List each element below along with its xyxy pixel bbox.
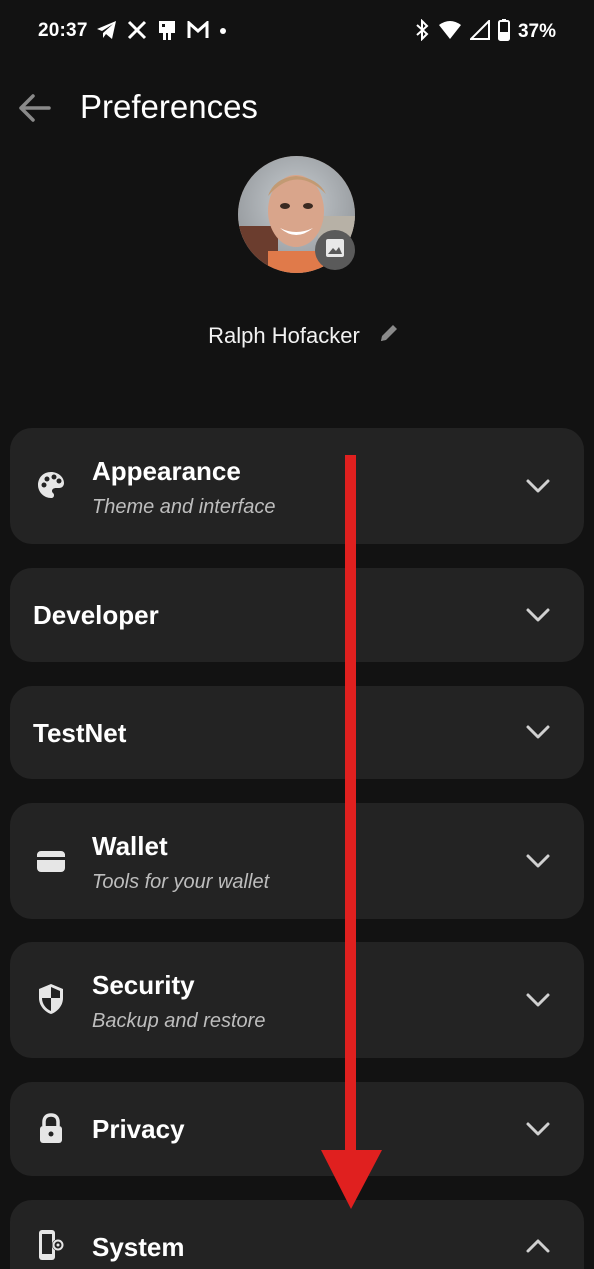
phone-settings-icon (36, 1230, 66, 1260)
chevron-down-icon (524, 986, 552, 1014)
page-title: Preferences (80, 88, 258, 125)
gmail-icon (187, 19, 209, 44)
section-testnet[interactable]: TestNet (10, 686, 584, 779)
chevron-down-icon (524, 472, 552, 500)
section-title: Privacy (92, 1114, 185, 1144)
chevron-down-icon (524, 601, 552, 629)
system-icons: 37% (414, 18, 556, 46)
status-bar: 20:37 37% (0, 0, 594, 64)
section-title: Developer (33, 600, 159, 630)
arrow-left-icon (17, 93, 51, 128)
section-title: Appearance (92, 456, 241, 486)
section-developer[interactable]: Developer (10, 568, 584, 662)
section-subtitle: Backup and restore (92, 1010, 266, 1032)
wifi-icon (438, 20, 462, 45)
section-wallet[interactable]: Wallet Tools for your wallet (10, 803, 584, 919)
section-title: Security (92, 970, 195, 1000)
chevron-down-icon (524, 718, 552, 746)
section-subtitle: Theme and interface (92, 496, 276, 518)
wallet-icon (36, 846, 66, 876)
change-avatar-button[interactable] (315, 230, 355, 270)
chevron-down-icon (524, 847, 552, 875)
app-icon (156, 19, 178, 46)
section-subtitle: Tools for your wallet (92, 871, 270, 893)
section-security[interactable]: Security Backup and restore (10, 942, 584, 1058)
section-title: TestNet (33, 718, 127, 748)
notification-icons (96, 19, 228, 46)
chevron-up-icon (524, 1232, 552, 1260)
chevron-down-icon (524, 1115, 552, 1143)
section-title: System (92, 1232, 185, 1262)
x-icon (127, 20, 147, 45)
section-appearance[interactable]: Appearance Theme and interface (10, 428, 584, 544)
user-name: Ralph Hofacker (208, 322, 360, 348)
lock-icon (36, 1113, 66, 1144)
pencil-icon[interactable] (378, 322, 400, 349)
battery-icon (497, 18, 510, 46)
telegram-icon (96, 20, 118, 45)
section-title: Wallet (92, 831, 168, 861)
bluetooth-icon (414, 18, 430, 46)
status-time: 20:37 (38, 20, 88, 41)
shield-icon (36, 984, 66, 1014)
section-system[interactable]: System (10, 1200, 584, 1269)
profile-name-row: Ralph Hofacker (0, 322, 594, 349)
battery-percent: 37% (517, 21, 556, 42)
image-icon (325, 238, 345, 263)
signal-icon (468, 18, 490, 45)
back-button[interactable] (14, 90, 54, 130)
section-privacy[interactable]: Privacy (10, 1082, 584, 1176)
dot-icon (218, 23, 228, 41)
palette-icon (36, 470, 66, 500)
